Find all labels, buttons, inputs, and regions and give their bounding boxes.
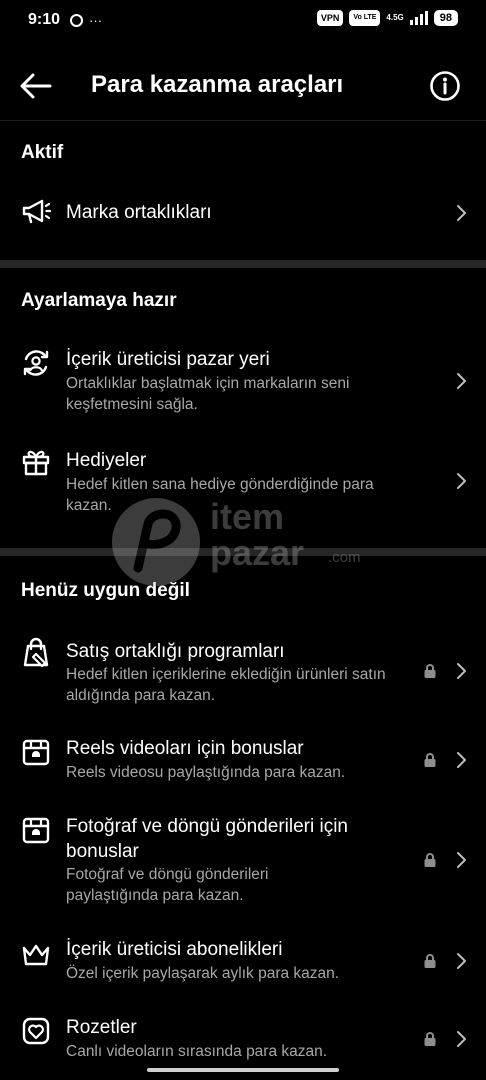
back-arrow-icon <box>20 73 52 99</box>
list-item-title: İçerik üreticisi abonelikleri <box>66 939 283 960</box>
chevron-right-icon <box>457 663 466 679</box>
list-item-subtitle: Hedef kitlen sana hediye gönderdiğinde p… <box>66 476 374 514</box>
list-item-photo-loop-bonuses[interactable]: Fotoğraf ve döngü gönderileri için bonus… <box>0 814 486 908</box>
list-item-affiliate-programs[interactable]: Satış ortaklığı programları Hedef kitlen… <box>0 637 486 709</box>
page-title: Para kazanma araçları <box>91 71 344 98</box>
bonus-box-icon <box>22 817 50 844</box>
chevron-right-icon <box>457 1031 466 1047</box>
list-item-title: İçerik üreticisi pazar yeri <box>66 349 270 370</box>
more-notifications-icon: ··· <box>89 12 103 28</box>
list-item-title: Marka ortaklıkları <box>66 202 212 223</box>
list-item-subtitle: Reels videosu paylaştığında para kazan. <box>66 764 346 781</box>
chevron-right-icon <box>457 852 466 868</box>
volte-badge: Vo LTE <box>349 10 381 26</box>
section-title-active: Aktif <box>21 142 64 163</box>
status-time: 9:10 <box>28 11 61 28</box>
chevron-right-icon <box>457 752 466 768</box>
list-item-reels-bonuses[interactable]: Reels videoları için bonuslar Reels vide… <box>0 736 486 786</box>
signal-icon <box>409 11 428 25</box>
chevron-right-icon <box>457 953 466 969</box>
list-item-subtitle: Fotoğraf ve döngü gönderileri paylaştığı… <box>66 866 269 904</box>
list-item-title: Hediyeler <box>66 450 147 471</box>
bonus-box-icon <box>22 739 50 766</box>
lock-icon <box>424 753 436 767</box>
list-item-creator-marketplace[interactable]: İçerik üreticisi pazar yeri Ortaklıklar … <box>0 345 486 417</box>
lock-icon <box>424 664 436 678</box>
header-divider <box>0 120 486 121</box>
lock-icon <box>424 853 436 867</box>
lock-icon <box>424 954 436 968</box>
gift-icon <box>22 450 50 476</box>
home-indicator[interactable] <box>147 1068 339 1072</box>
shopping-bag-icon <box>23 637 49 668</box>
chevron-right-icon <box>457 205 466 221</box>
list-item-brand-partnerships[interactable]: Marka ortaklıkları <box>0 190 486 236</box>
list-item-title: Satış ortaklığı programları <box>66 641 285 662</box>
list-item-subtitle: Hedef kitlen içeriklerine eklediğin ürün… <box>66 666 386 704</box>
heart-badge-icon <box>22 1017 50 1045</box>
top-app-bar: Para kazanma araçları <box>0 57 486 115</box>
status-bar: 9:10 ··· VPN Vo LTE 4.5G 98 <box>0 0 486 40</box>
section-title-ready: Ayarlamaya hazır <box>21 290 177 311</box>
info-button[interactable] <box>428 69 462 103</box>
list-item-badges[interactable]: Rozetler Canlı videoların sırasında para… <box>0 1015 486 1065</box>
network-type: 4.5G <box>386 13 404 22</box>
list-item-title: Fotoğraf ve döngü gönderileri için bonus… <box>66 816 349 862</box>
section-divider <box>0 548 486 556</box>
crown-icon <box>22 944 50 966</box>
megaphone-icon <box>22 199 52 224</box>
creator-marketplace-icon <box>23 350 49 376</box>
section-divider <box>0 260 486 268</box>
chevron-right-icon <box>457 373 466 389</box>
threads-notification-icon <box>70 13 84 27</box>
list-item-subtitle: Özel içerik paylaşarak aylık para kazan. <box>66 965 340 982</box>
list-item-subtitle: Ortaklıklar başlatmak için markaların se… <box>66 375 350 413</box>
vpn-badge: VPN <box>316 10 344 26</box>
list-item-gifts[interactable]: Hediyeler Hedef kitlen sana hediye gönde… <box>0 446 486 518</box>
list-item-subtitle: Canlı videoların sırasında para kazan. <box>66 1043 328 1060</box>
battery-indicator: 98 <box>433 10 458 26</box>
list-item-title: Rozetler <box>66 1017 137 1038</box>
back-button[interactable] <box>16 69 56 103</box>
lock-icon <box>424 1032 436 1046</box>
list-item-creator-subscriptions[interactable]: İçerik üreticisi abonelikleri Özel içeri… <box>0 937 486 987</box>
section-title-not-yet: Henüz uygun değil <box>21 580 190 601</box>
info-icon <box>430 71 460 101</box>
list-item-title: Reels videoları için bonuslar <box>66 738 304 759</box>
chevron-right-icon <box>457 473 466 489</box>
